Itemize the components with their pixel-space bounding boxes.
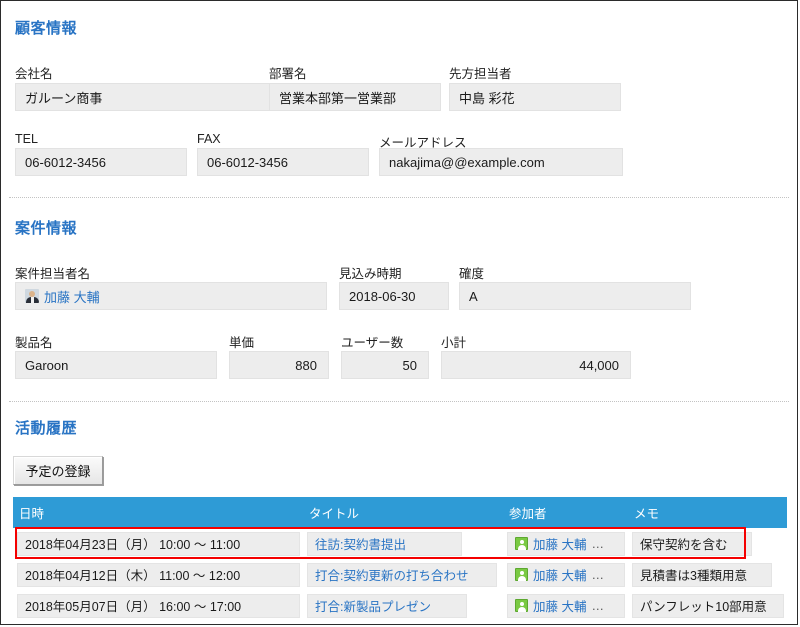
cell-datetime: 2018年04月12日（木） 11:00 ～ 12:00 xyxy=(13,559,303,590)
memo-value: 保守契約を含む xyxy=(632,531,752,556)
column-header-datetime[interactable]: 日時 xyxy=(13,497,303,528)
field-user-count[interactable]: 50 xyxy=(341,351,429,379)
label-deal-assignee: 案件担当者名 xyxy=(15,267,91,281)
field-department-name[interactable]: 営業本部第一営業部 xyxy=(269,83,441,111)
deal-assignee-link[interactable]: 加藤 大輔 xyxy=(44,287,100,306)
register-schedule-button[interactable]: 予定の登録 xyxy=(13,456,103,485)
cell-title: 打合:新製品プレゼン xyxy=(303,590,503,621)
datetime-value: 2018年05月07日（月） 16:00 ～ 17:00 xyxy=(17,593,300,618)
field-unit-price[interactable]: 880 xyxy=(229,351,329,379)
column-header-title[interactable]: タイトル xyxy=(303,497,503,528)
person-icon xyxy=(515,599,528,612)
section-divider-1 xyxy=(9,197,789,198)
cell-participant: 加藤 大輔 … xyxy=(503,528,628,559)
field-subtotal[interactable]: 44,000 xyxy=(441,351,631,379)
field-client-contact[interactable]: 中島 彩花 xyxy=(449,83,621,111)
memo-value: パンフレット10部用意 xyxy=(632,593,784,618)
table-row: 2018年04月12日（木） 11:00 ～ 12:00 打合:契約更新の打ち合… xyxy=(13,559,787,590)
record-page: 顧客情報 会社名 ガルーン商事 部署名 営業本部第一営業部 先方担当者 中島 彩… xyxy=(0,0,798,625)
title-cell[interactable]: 往訪:契約書提出 xyxy=(307,531,462,556)
label-client-contact: 先方担当者 xyxy=(449,67,512,81)
field-email[interactable]: nakajima@@example.com xyxy=(379,148,623,176)
participant-link[interactable]: 加藤 大輔 xyxy=(533,534,586,553)
memo-value: 見積書は3種類用意 xyxy=(632,562,772,587)
label-tel: TEL xyxy=(15,132,38,146)
activity-history-table: 日時 タイトル 参加者 メモ 2018年04月23日（月） 10:00 ～ 11… xyxy=(13,497,787,621)
cell-participant: 加藤 大輔 … xyxy=(503,590,628,621)
participant-more-indicator: … xyxy=(591,536,604,551)
label-product-name: 製品名 xyxy=(15,336,53,350)
table-header-row: 日時 タイトル 参加者 メモ xyxy=(13,497,787,528)
cell-datetime: 2018年05月07日（月） 16:00 ～ 17:00 xyxy=(13,590,303,621)
label-user-count: ユーザー数 xyxy=(341,336,404,350)
participant-link[interactable]: 加藤 大輔 xyxy=(533,565,586,584)
person-icon xyxy=(515,568,528,581)
participant-cell[interactable]: 加藤 大輔 … xyxy=(507,562,625,587)
column-header-memo[interactable]: メモ xyxy=(628,497,787,528)
participant-cell[interactable]: 加藤 大輔 … xyxy=(507,531,625,556)
section-divider-2 xyxy=(9,401,789,402)
title-cell[interactable]: 打合:契約更新の打ち合わせ xyxy=(307,562,497,587)
cell-datetime: 2018年04月23日（月） 10:00 ～ 11:00 xyxy=(13,528,303,559)
title-cell[interactable]: 打合:新製品プレゼン xyxy=(307,593,467,618)
avatar-icon xyxy=(25,289,39,303)
label-expected-period: 見込み時期 xyxy=(339,267,402,281)
label-unit-price: 単価 xyxy=(229,336,255,350)
label-fax: FAX xyxy=(197,132,221,146)
section-title-deal: 案件情報 xyxy=(15,220,78,237)
label-probability: 確度 xyxy=(459,267,485,281)
activity-title-link[interactable]: 打合:新製品プレゼン xyxy=(315,596,431,615)
field-fax[interactable]: 06-6012-3456 xyxy=(197,148,369,176)
participant-more-indicator: … xyxy=(591,598,604,613)
field-product-name[interactable]: Garoon xyxy=(15,351,217,379)
cell-title: 打合:契約更新の打ち合わせ xyxy=(303,559,503,590)
field-deal-assignee[interactable]: 加藤 大輔 xyxy=(15,282,327,310)
column-header-participant[interactable]: 参加者 xyxy=(503,497,628,528)
field-company-name[interactable]: ガルーン商事 xyxy=(15,83,287,111)
datetime-value: 2018年04月23日（月） 10:00 ～ 11:00 xyxy=(17,531,300,556)
field-tel[interactable]: 06-6012-3456 xyxy=(15,148,187,176)
person-icon xyxy=(515,537,528,550)
section-title-activity: 活動履歴 xyxy=(15,420,78,437)
table-row: 2018年05月07日（月） 16:00 ～ 17:00 打合:新製品プレゼン … xyxy=(13,590,787,621)
activity-title-link[interactable]: 往訪:契約書提出 xyxy=(315,534,406,553)
cell-memo: 保守契約を含む xyxy=(628,528,787,559)
cell-memo: 見積書は3種類用意 xyxy=(628,559,787,590)
cell-participant: 加藤 大輔 … xyxy=(503,559,628,590)
datetime-value: 2018年04月12日（木） 11:00 ～ 12:00 xyxy=(17,562,300,587)
label-subtotal: 小計 xyxy=(441,336,467,350)
section-title-customer: 顧客情報 xyxy=(15,20,78,37)
participant-link[interactable]: 加藤 大輔 xyxy=(533,596,586,615)
label-department-name: 部署名 xyxy=(269,67,307,81)
field-probability[interactable]: A xyxy=(459,282,691,310)
table-row: 2018年04月23日（月） 10:00 ～ 11:00 往訪:契約書提出 加藤… xyxy=(13,528,787,559)
label-company-name: 会社名 xyxy=(15,67,53,81)
participant-cell[interactable]: 加藤 大輔 … xyxy=(507,593,625,618)
field-expected-period[interactable]: 2018-06-30 xyxy=(339,282,449,310)
cell-memo: パンフレット10部用意 xyxy=(628,590,787,621)
cell-title: 往訪:契約書提出 xyxy=(303,528,503,559)
activity-title-link[interactable]: 打合:契約更新の打ち合わせ xyxy=(315,565,468,584)
participant-more-indicator: … xyxy=(591,567,604,582)
